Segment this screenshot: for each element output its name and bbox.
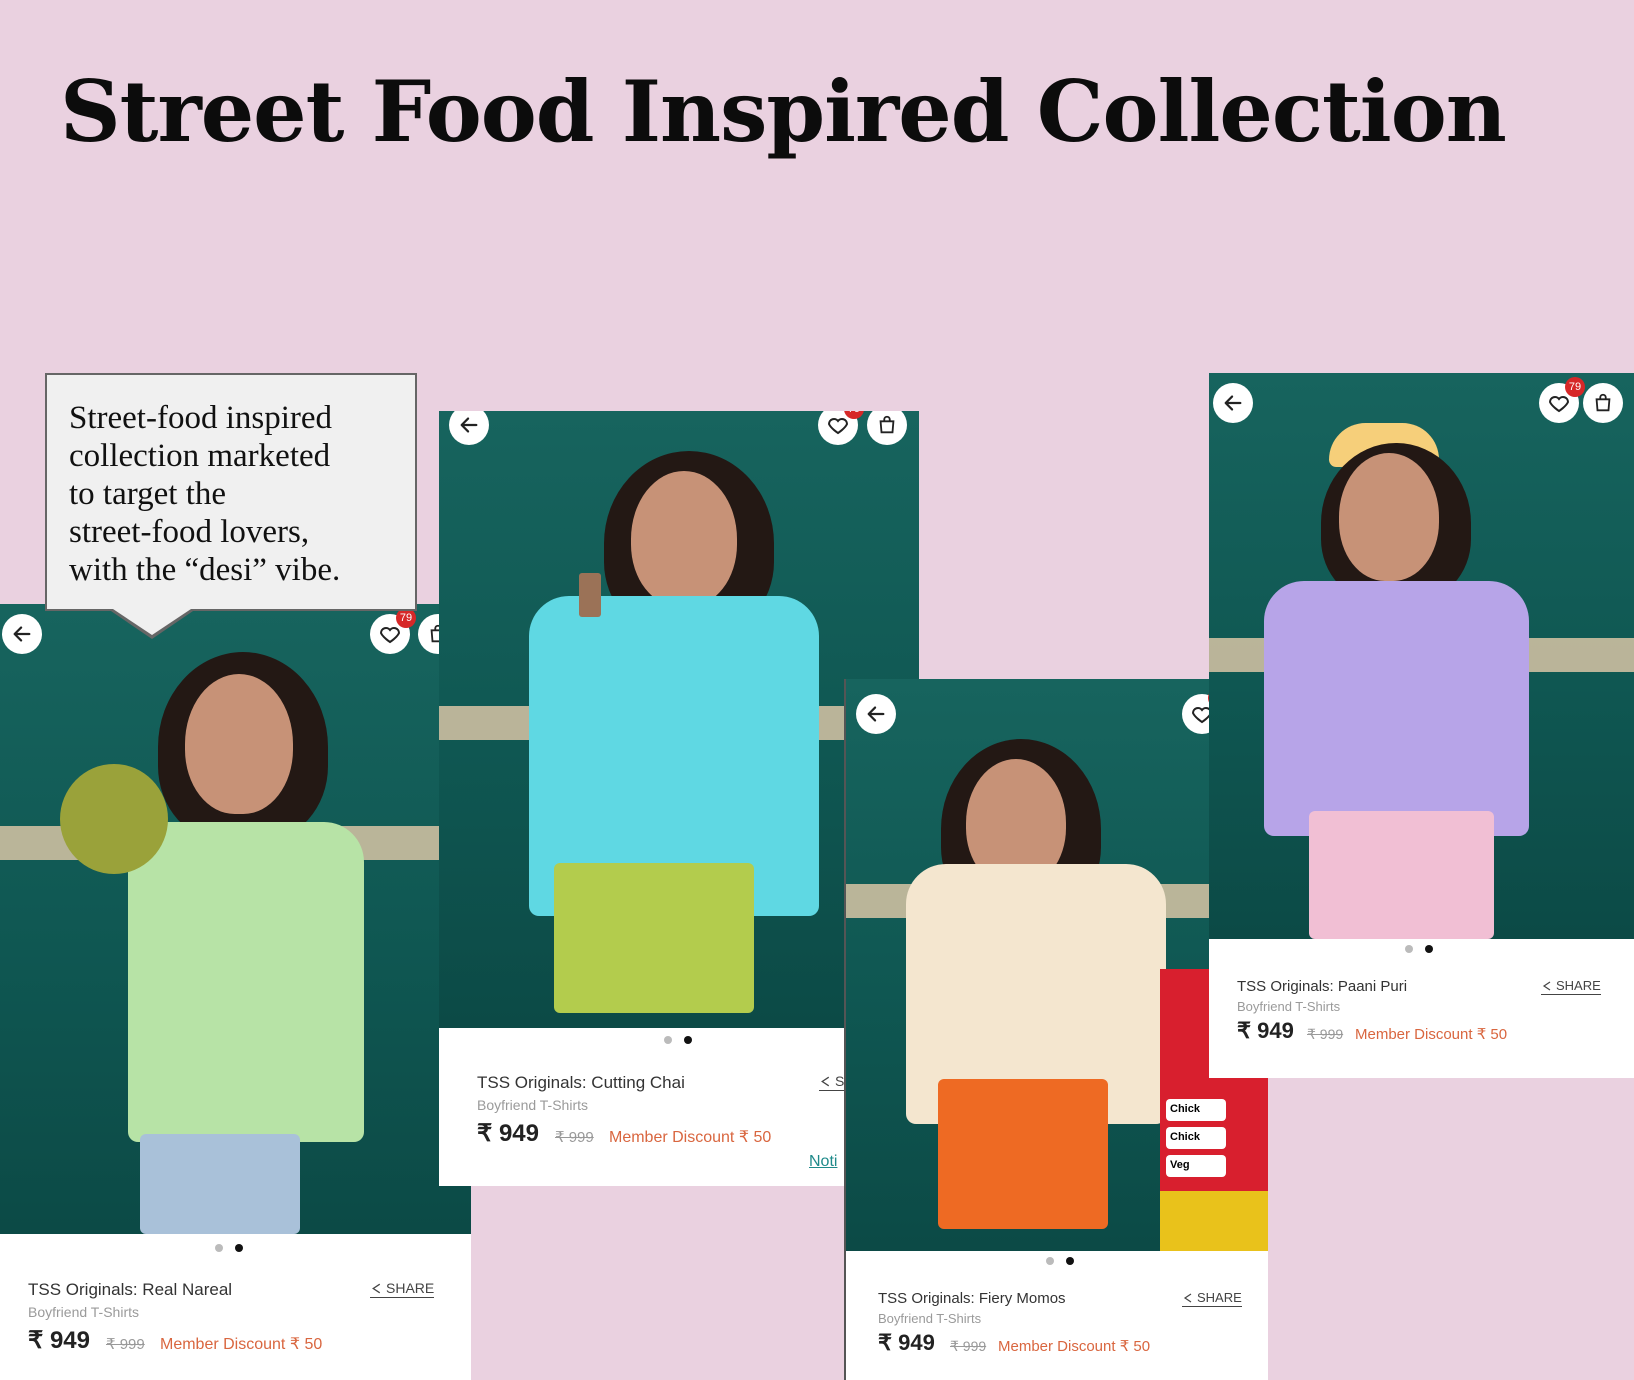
back-button[interactable] — [449, 411, 489, 445]
share-button[interactable]: SHARE — [1541, 978, 1601, 995]
wishlist-button[interactable]: 79 — [370, 608, 416, 654]
product-card-fiery-momos[interactable]: Chick Chick Veg 79 TSS Originals: Fiery … — [844, 679, 1268, 1380]
product-card-real-nareal[interactable]: 79 TSS Originals: Real Nareal Boyfriend … — [0, 604, 471, 1380]
heart-icon — [379, 627, 401, 644]
product-category: Boyfriend T-Shirts — [878, 1311, 982, 1326]
product-price: ₹ 949 — [477, 1120, 539, 1147]
image-pagination[interactable] — [664, 1036, 692, 1044]
product-price: ₹ 949 — [1237, 1018, 1294, 1043]
menu-item: Veg — [1166, 1155, 1226, 1177]
callout-text: Street-food inspired collection marketed… — [69, 400, 341, 588]
product-name[interactable]: TSS Originals: Fiery Momos — [878, 1290, 1066, 1307]
product-mrp: ₹ 999 — [106, 1336, 145, 1353]
product-price: ₹ 949 — [878, 1330, 935, 1355]
bag-button[interactable] — [1583, 383, 1623, 423]
pagination-dot-active[interactable] — [684, 1036, 692, 1044]
pagination-dot-active[interactable] — [1425, 945, 1433, 953]
product-mrp: ₹ 999 — [950, 1338, 987, 1354]
image-pagination[interactable] — [1046, 1257, 1074, 1265]
heart-icon — [1548, 396, 1570, 413]
pagination-dot[interactable] — [1405, 945, 1413, 953]
image-pagination[interactable] — [1405, 945, 1433, 953]
wishlist-button[interactable]: 79 — [1539, 377, 1585, 423]
arrow-left-icon — [867, 706, 885, 722]
tshirt — [1264, 581, 1529, 836]
product-image[interactable]: 79 — [1209, 373, 1634, 939]
share-label: SHARE — [1197, 1290, 1242, 1305]
member-discount: Member Discount ₹ 50 — [998, 1338, 1151, 1355]
share-icon — [1183, 1293, 1192, 1302]
back-button[interactable] — [2, 614, 42, 654]
share-button[interactable]: SHARE — [1182, 1290, 1242, 1307]
image-pagination[interactable] — [215, 1244, 243, 1252]
share-button[interactable]: SHARE — [370, 1280, 435, 1298]
product-mrp: ₹ 999 — [1307, 1026, 1344, 1042]
coconut-prop — [60, 764, 168, 874]
product-name[interactable]: TSS Originals: Cutting Chai — [477, 1073, 685, 1093]
member-discount: Member Discount ₹ 50 — [160, 1336, 323, 1353]
product-category: Boyfriend T-Shirts — [477, 1097, 589, 1113]
product-category: Boyfriend T-Shirts — [28, 1304, 140, 1320]
wishlist-count-badge: 79 — [1565, 377, 1585, 397]
share-button[interactable]: S — [819, 1073, 845, 1091]
pagination-dot[interactable] — [215, 1244, 223, 1252]
page-title: Street Food Inspired Collection — [60, 62, 1507, 161]
share-label: S — [835, 1073, 845, 1089]
share-label: SHARE — [386, 1280, 435, 1296]
notify-link[interactable]: Noti — [809, 1153, 837, 1171]
product-image[interactable]: Chick Chick Veg 79 — [846, 679, 1268, 1251]
product-name[interactable]: TSS Originals: Paani Puri — [1237, 978, 1407, 995]
product-card-paani-puri[interactable]: 79 TSS Originals: Paani Puri Boyfriend T… — [1209, 373, 1634, 1078]
callout-pointer — [108, 607, 196, 639]
chai-glass-prop — [579, 573, 601, 617]
member-discount: Member Discount ₹ 50 — [609, 1129, 772, 1146]
product-image[interactable]: 79 — [0, 604, 471, 1234]
share-icon — [821, 1076, 830, 1086]
arrow-left-icon — [460, 417, 478, 433]
menu-item: Chick — [1166, 1127, 1226, 1149]
callout-box: Street-food inspired collection marketed… — [45, 373, 417, 611]
product-mrp: ₹ 999 — [555, 1129, 594, 1146]
arrow-left-icon — [1224, 395, 1242, 411]
tshirt — [128, 822, 364, 1142]
shopping-bag-icon — [879, 415, 895, 434]
pagination-dot-active[interactable] — [235, 1244, 243, 1252]
product-name[interactable]: TSS Originals: Real Nareal — [28, 1280, 232, 1300]
share-icon — [1542, 981, 1551, 990]
wishlist-button[interactable]: 79 — [818, 411, 864, 445]
pagination-dot-active[interactable] — [1066, 1257, 1074, 1265]
member-discount: Member Discount ₹ 50 — [1355, 1026, 1508, 1043]
product-price: ₹ 949 — [28, 1327, 90, 1354]
wishlist-count-badge: 79 — [396, 608, 416, 628]
shopping-bag-icon — [1595, 393, 1611, 412]
menu-item: Chick — [1166, 1099, 1226, 1121]
share-icon — [372, 1283, 381, 1293]
share-label: SHARE — [1556, 978, 1601, 993]
product-category: Boyfriend T-Shirts — [1237, 999, 1341, 1014]
pagination-dot[interactable] — [1046, 1257, 1054, 1265]
arrow-left-icon — [13, 626, 31, 642]
back-button[interactable] — [1213, 383, 1253, 423]
bag-button[interactable] — [867, 411, 907, 445]
heart-icon — [827, 418, 849, 435]
back-button[interactable] — [856, 694, 896, 734]
pagination-dot[interactable] — [664, 1036, 672, 1044]
